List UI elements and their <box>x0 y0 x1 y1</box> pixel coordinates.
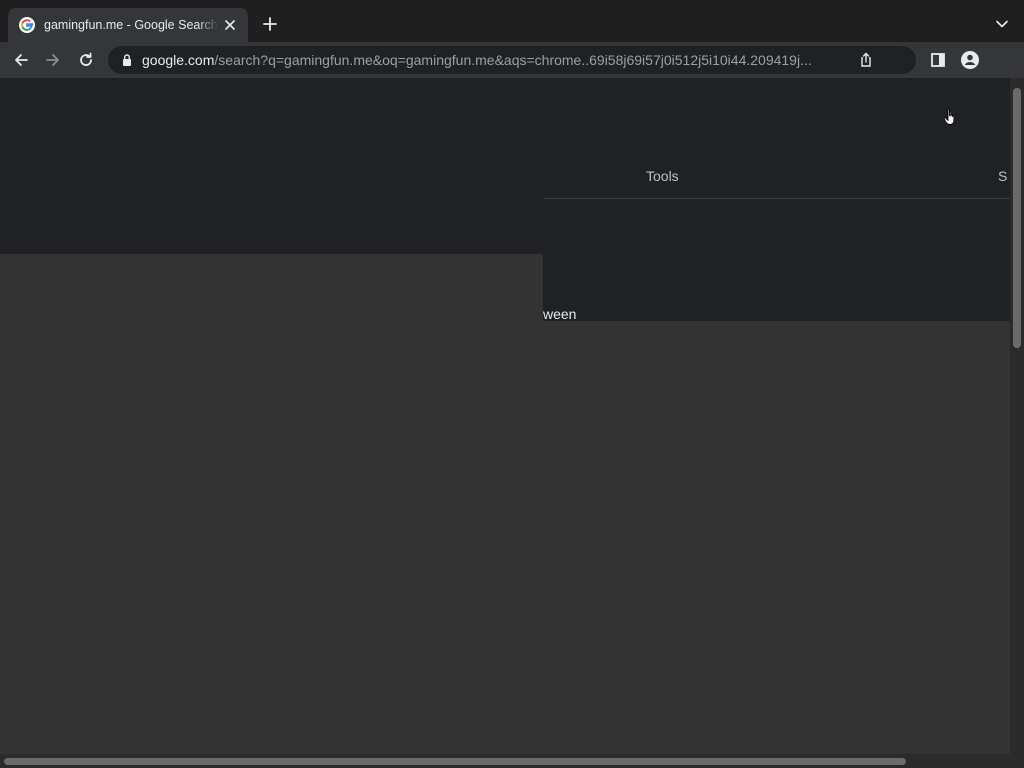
vertical-scrollbar-thumb[interactable] <box>1013 88 1021 348</box>
back-button[interactable] <box>8 47 34 73</box>
tab-title: gamingfun.me - Google Search <box>44 18 218 32</box>
loading-overlay-bottom <box>543 321 1010 754</box>
tab-google-search[interactable]: gamingfun.me - Google Search <box>8 8 248 42</box>
horizontal-scrollbar-thumb[interactable] <box>4 758 906 765</box>
search-header-area <box>0 78 1010 254</box>
vertical-scrollbar[interactable] <box>1010 78 1024 754</box>
browser-window: gamingfun.me - Google Search google.com/… <box>0 0 1024 768</box>
arrow-left-icon <box>15 54 28 66</box>
browser-toolbar: google.com/search?q=gamingfun.me&oq=gami… <box>0 42 1024 78</box>
close-icon[interactable] <box>220 15 240 35</box>
chevron-down-icon <box>996 20 1008 28</box>
tab-strip: gamingfun.me - Google Search <box>0 0 1024 42</box>
forward-button[interactable] <box>40 47 66 73</box>
side-panel-icon <box>931 53 945 67</box>
settings-link[interactable]: S <box>998 168 1007 184</box>
reload-button[interactable] <box>73 47 99 73</box>
profile-icon <box>961 51 979 69</box>
plus-icon <box>263 17 277 31</box>
reload-icon <box>80 52 92 66</box>
page-content: Tools S ween <box>0 78 1010 754</box>
lock-icon[interactable] <box>120 53 134 67</box>
url-path: /search?q=gamingfun.me&oq=gamingfun.me&a… <box>214 52 812 68</box>
arrow-right-icon <box>46 54 59 66</box>
loading-overlay-left <box>0 254 543 754</box>
url-text[interactable]: google.com/search?q=gamingfun.me&oq=gami… <box>142 52 846 68</box>
horizontal-scrollbar[interactable] <box>0 754 1024 768</box>
side-panel-button[interactable] <box>925 47 951 73</box>
share-icon[interactable] <box>858 52 874 68</box>
google-g-icon <box>19 17 35 33</box>
new-tab-button[interactable] <box>258 12 282 36</box>
url-host: google.com <box>142 52 215 68</box>
result-snippet-fragment: ween <box>543 306 577 322</box>
search-tabs-divider <box>544 198 1010 199</box>
tools-button[interactable]: Tools <box>646 168 679 184</box>
profile-button[interactable] <box>957 47 983 73</box>
tab-search-button[interactable] <box>990 12 1014 36</box>
address-bar[interactable]: google.com/search?q=gamingfun.me&oq=gami… <box>108 46 916 74</box>
hand-cursor-icon <box>943 108 955 125</box>
